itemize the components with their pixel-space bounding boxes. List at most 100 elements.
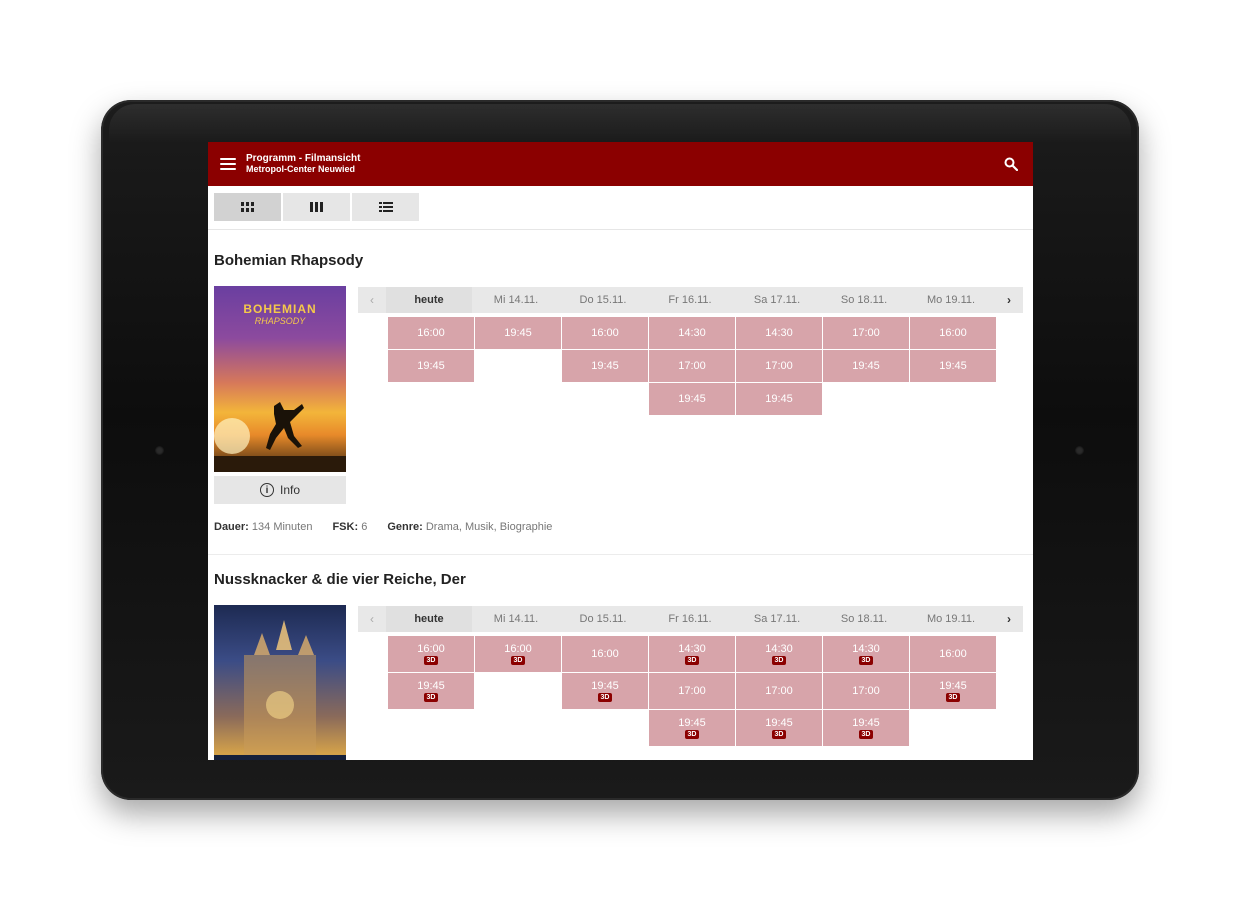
showtime-slot[interactable]: 17:00 [736, 350, 822, 382]
showtime-time: 14:30 [852, 643, 880, 655]
showtime-time: 17:00 [678, 685, 706, 697]
showtime-slot[interactable]: 14:30 3D [823, 636, 909, 672]
day-tab[interactable]: Mo 19.11. [908, 287, 994, 313]
showtime-slot[interactable]: 19:45 [823, 350, 909, 382]
showtime-slot[interactable]: 16:00 [562, 636, 648, 672]
3d-badge: 3D [858, 656, 874, 665]
movie-poster[interactable] [214, 605, 346, 760]
showtime-column: 19:45 [475, 317, 561, 416]
3d-badge: 3D [684, 730, 700, 739]
showtime-slot[interactable]: 16:00 3D [388, 636, 474, 672]
showtime-time: 19:45 [939, 680, 967, 692]
showtime-slot[interactable]: 14:30 3D [649, 636, 735, 672]
view-columns-button[interactable] [283, 193, 350, 221]
showtime-slot[interactable]: 19:45 [388, 350, 474, 382]
day-tab[interactable]: heute [386, 287, 472, 313]
showtime-column: 16:00 19:45 [910, 317, 996, 416]
prev-days-arrow-icon[interactable]: ‹ [358, 606, 386, 632]
showtime-slot[interactable]: 14:30 3D [736, 636, 822, 672]
meta-genre: Genre: Drama, Musik, Biographie [387, 521, 553, 533]
showtime-slot[interactable]: 16:00 [910, 317, 996, 349]
schedule-day-header: ‹ heute Mi 14.11. Do 15.11. Fr 16.11. Sa 17.1… [358, 606, 1023, 632]
day-tab[interactable]: Mo 19.11. [908, 606, 994, 632]
day-tab[interactable]: Sa 17.11. [734, 606, 820, 632]
menu-icon[interactable] [220, 158, 236, 170]
showtime-columns: 16:00 19:45 19:45 16:00 19:45 14:30 17:00 19:45… [388, 317, 1023, 416]
showtime-column: 14:30 17:00 19:45 [736, 317, 822, 416]
day-tab[interactable]: Sa 17.11. [734, 287, 820, 313]
showtime-slot[interactable]: 19:45 3D [736, 710, 822, 746]
info-button[interactable]: i Info [214, 476, 346, 504]
day-tab[interactable]: Do 15.11. [560, 606, 646, 632]
showtime-slot[interactable]: 19:45 [649, 383, 735, 415]
list-icon [378, 202, 393, 212]
showtime-column: 14:30 3D 17:00 19:45 3D [649, 636, 735, 747]
showtime-slot[interactable]: 17:00 [736, 673, 822, 709]
showtime-slot[interactable]: 19:45 3D [388, 673, 474, 709]
day-tab[interactable]: Fr 16.11. [647, 606, 733, 632]
showtime-slot[interactable]: 16:00 [562, 317, 648, 349]
3d-badge: 3D [771, 656, 787, 665]
showtime-time: 19:45 [678, 393, 706, 405]
tablet-sensor [1075, 446, 1084, 455]
showtime-column: 14:30 17:00 19:45 [649, 317, 735, 416]
view-grid-button[interactable] [214, 193, 281, 221]
showtime-slot[interactable]: 17:00 [823, 317, 909, 349]
next-days-arrow-icon[interactable]: › [995, 606, 1023, 632]
showtime-time: 17:00 [765, 685, 793, 697]
showtime-time: 16:00 [939, 327, 967, 339]
movie-title[interactable]: Bohemian Rhapsody [214, 252, 363, 269]
showtime-slot[interactable]: 17:00 [823, 673, 909, 709]
view-toolbar [208, 186, 1033, 230]
showtime-slot[interactable]: 14:30 [736, 317, 822, 349]
day-tab[interactable]: So 18.11. [821, 287, 907, 313]
showtime-slot[interactable]: 16:00 [910, 636, 996, 672]
movie-title[interactable]: Nussknacker & die vier Reiche, Der [214, 571, 466, 588]
showtime-slot[interactable]: 19:45 3D [562, 673, 648, 709]
showtime-slot[interactable]: 19:45 [736, 383, 822, 415]
showtime-slot[interactable]: 17:00 [649, 350, 735, 382]
showtime-slot[interactable]: 16:00 3D [475, 636, 561, 672]
poster-castle [214, 620, 346, 760]
day-tab[interactable]: Mi 14.11. [473, 606, 559, 632]
columns-icon [309, 202, 323, 212]
showtime-slot[interactable]: 19:45 3D [910, 673, 996, 709]
day-tab[interactable]: Fr 16.11. [647, 287, 733, 313]
day-tab[interactable]: So 18.11. [821, 606, 907, 632]
showtime-time: 16:00 [591, 648, 619, 660]
showtime-slot[interactable]: 19:45 3D [823, 710, 909, 746]
view-list-button[interactable] [352, 193, 419, 221]
showtime-time: 16:00 [417, 327, 445, 339]
showtime-time: 19:45 [678, 717, 706, 729]
3d-badge: 3D [423, 656, 439, 665]
showtime-time: 16:00 [939, 648, 967, 660]
3d-badge: 3D [510, 656, 526, 665]
next-days-arrow-icon[interactable]: › [995, 287, 1023, 313]
showtime-time: 14:30 [678, 327, 706, 339]
schedule: ‹ heute Mi 14.11. Do 15.11. Fr 16.11. Sa 17.1… [358, 606, 1023, 747]
search-icon[interactable] [1001, 154, 1021, 174]
day-tab[interactable]: heute [386, 606, 472, 632]
showtime-slot[interactable]: 19:45 3D [649, 710, 735, 746]
day-tab[interactable]: Mi 14.11. [473, 287, 559, 313]
day-tab[interactable]: Do 15.11. [560, 287, 646, 313]
showtime-slot[interactable]: 19:45 [475, 317, 561, 349]
showtime-slot[interactable]: 19:45 [910, 350, 996, 382]
prev-days-arrow-icon[interactable]: ‹ [358, 287, 386, 313]
showtime-slot[interactable]: 17:00 [649, 673, 735, 709]
showtime-slot[interactable]: 19:45 [562, 350, 648, 382]
showtime-slot[interactable]: 14:30 [649, 317, 735, 349]
schedule: ‹ heute Mi 14.11. Do 15.11. Fr 16.11. Sa 17.1… [358, 287, 1023, 416]
showtime-time: 19:45 [591, 680, 619, 692]
3d-badge: 3D [597, 693, 613, 702]
movie-card: Bohemian Rhapsody BOHEMIAN RHAPSODY i In… [208, 230, 1033, 555]
showtime-time: 19:45 [417, 680, 445, 692]
movie-poster[interactable]: BOHEMIAN RHAPSODY [214, 286, 346, 472]
showtime-slot[interactable]: 16:00 [388, 317, 474, 349]
showtime-column: 14:30 3D 17:00 19:45 3D [736, 636, 822, 747]
app-screen: Programm - Filmansicht Metropol-Center N… [208, 142, 1033, 760]
showtime-time: 19:45 [939, 360, 967, 372]
showtime-column: 16:00 19:45 3D [910, 636, 996, 747]
showtime-time: 19:45 [852, 717, 880, 729]
showtime-time: 19:45 [417, 360, 445, 372]
